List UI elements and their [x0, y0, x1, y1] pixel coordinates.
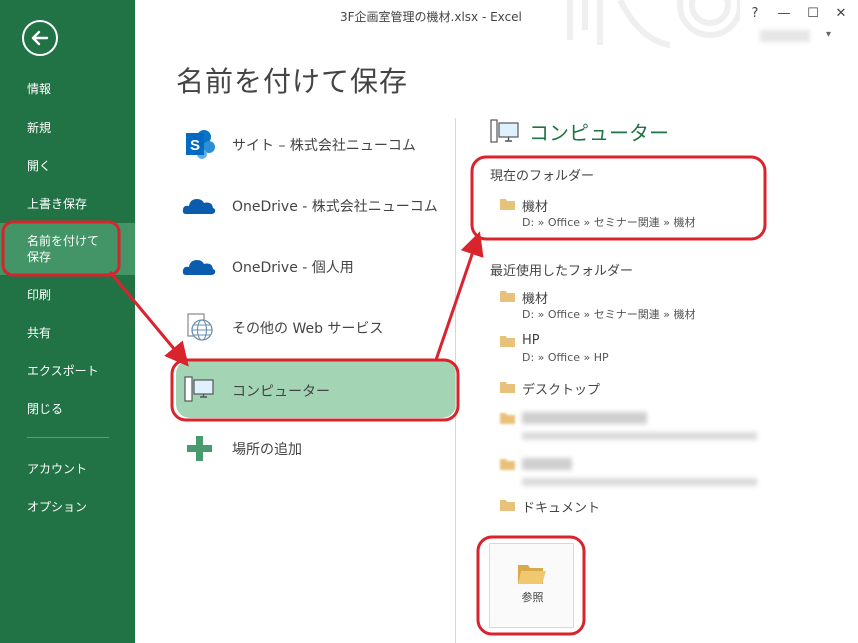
folder-icon	[500, 413, 515, 424]
open-folder-icon	[518, 565, 546, 584]
folder-icon	[500, 459, 515, 470]
current-folder-title: 現在のフォルダー	[490, 169, 595, 184]
folder-name: 機材	[522, 292, 549, 307]
onedrive-cloud-icon	[182, 260, 216, 275]
computer-icon	[184, 376, 214, 402]
plus-icon	[187, 436, 212, 461]
folder-icon	[500, 336, 515, 347]
folder-icon	[500, 500, 515, 511]
recent-folder-item[interactable]: 機材 D: » Office » セミナー関連 » 機材	[500, 288, 770, 322]
folder-name: デスクトップ	[522, 383, 601, 398]
nav-print[interactable]: 印刷	[0, 287, 135, 303]
svg-text:S: S	[190, 137, 200, 154]
backstage-sidebar: 情報 新規 開く 上書き保存 名前を付けて 保存 印刷 共有 エクスポート 閉じ…	[0, 0, 135, 643]
place-add-location[interactable]: 場所の追加	[176, 418, 456, 478]
folder-path: D: » Office » セミナー関連 » 機材	[522, 308, 696, 321]
nav-options[interactable]: オプション	[0, 499, 135, 515]
close-button[interactable]: ✕	[832, 6, 850, 21]
folder-name-blurred	[522, 412, 647, 424]
web-globe-icon	[187, 313, 213, 341]
nav-save[interactable]: 上書き保存	[0, 196, 135, 212]
place-label: OneDrive - 個人用	[232, 260, 354, 276]
folder-name: HP	[522, 333, 540, 348]
recent-folders-title: 最近使用したフォルダー	[490, 264, 634, 279]
title-decoration-pattern	[567, 0, 740, 48]
computer-icon	[490, 119, 519, 143]
folder-icon	[500, 382, 515, 393]
onedrive-cloud-icon	[182, 199, 216, 214]
nav-close[interactable]: 閉じる	[0, 401, 135, 417]
browse-button[interactable]: 参照	[489, 543, 574, 628]
place-label: コンピューター	[232, 384, 330, 400]
place-computer[interactable]: コンピューター	[176, 360, 456, 418]
place-other-web-services[interactable]: その他の Web サービス	[176, 297, 456, 357]
maximize-button[interactable]: ☐	[804, 6, 822, 21]
place-onedrive-business[interactable]: OneDrive - 株式会社ニューコム	[176, 175, 456, 235]
folder-name: ドキュメント	[522, 501, 601, 516]
recent-folder-item[interactable]	[500, 410, 770, 444]
folder-name-blurred	[522, 458, 572, 470]
folder-icon	[500, 199, 515, 210]
current-folder-item[interactable]: 機材 D: » Office » セミナー関連 » 機材	[500, 196, 770, 230]
folder-path-blurred	[522, 478, 757, 486]
nav-info[interactable]: 情報	[0, 81, 135, 97]
recent-folder-item[interactable]: HP D: » Office » HP	[500, 333, 770, 367]
place-label: 場所の追加	[232, 442, 302, 458]
recent-folder-item[interactable]: ドキュメント	[500, 497, 770, 516]
computer-heading: コンピューター	[529, 121, 669, 145]
nav-save-as[interactable]: 名前を付けて 保存	[0, 223, 135, 275]
folder-path-blurred	[522, 432, 757, 440]
chevron-down-icon[interactable]: ▾	[826, 29, 831, 40]
help-button[interactable]: ?	[746, 6, 764, 21]
nav-account[interactable]: アカウント	[0, 461, 135, 477]
user-account-name[interactable]	[760, 30, 810, 42]
place-label: OneDrive - 株式会社ニューコム	[232, 199, 438, 215]
folder-path: D: » Office » HP	[522, 351, 609, 364]
minimize-button[interactable]: —	[775, 6, 793, 21]
place-sharepoint-site[interactable]: S サイト – 株式会社ニューコム	[176, 114, 456, 174]
recent-folder-item[interactable]	[500, 456, 770, 490]
place-label: その他の Web サービス	[232, 321, 384, 337]
nav-save-as-label-line1: 名前を付けて	[27, 234, 100, 248]
folder-icon	[500, 291, 515, 302]
back-arrow-icon[interactable]	[22, 20, 58, 56]
folder-path: D: » Office » セミナー関連 » 機材	[522, 216, 696, 229]
window-title: 3F企画室管理の機材.xlsx - Excel	[340, 10, 522, 24]
browse-label: 参照	[521, 591, 544, 604]
nav-save-as-label-line2: 保存	[27, 250, 52, 264]
panel-divider	[455, 118, 456, 643]
folder-name: 機材	[522, 200, 549, 215]
nav-open[interactable]: 開く	[0, 158, 135, 174]
nav-export[interactable]: エクスポート	[0, 363, 135, 379]
place-onedrive-personal[interactable]: OneDrive - 個人用	[176, 236, 456, 296]
sharepoint-icon: S	[186, 130, 215, 159]
nav-new[interactable]: 新規	[0, 120, 135, 136]
recent-folder-item[interactable]: デスクトップ	[500, 379, 770, 398]
place-label: サイト – 株式会社ニューコム	[232, 138, 416, 154]
nav-share[interactable]: 共有	[0, 325, 135, 341]
page-title: 名前を付けて保存	[176, 65, 409, 98]
nav-divider	[27, 437, 109, 438]
